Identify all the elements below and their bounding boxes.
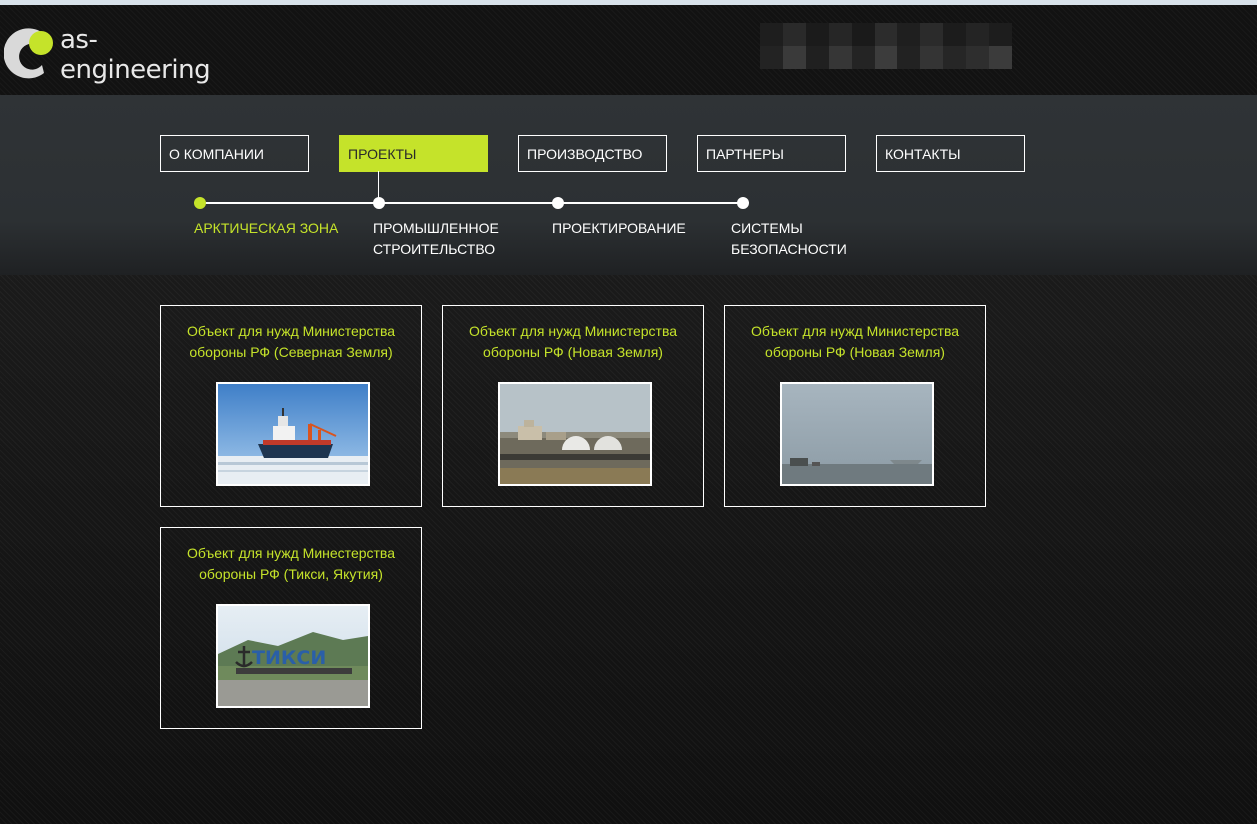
project-title[interactable]: Объект для нужд Министерства обороны РФ … [453, 321, 693, 363]
nav-projects[interactable]: ПРОЕКТЫ [339, 135, 488, 172]
subnav-industrial-construction[interactable]: ПРОМЫШЛЕННОЕ СТРОИТЕЛЬСТВО [373, 218, 503, 260]
site-logo[interactable]: as-engineering [4, 25, 244, 85]
project-card[interactable]: Объект для нужд Министерства обороны РФ … [160, 305, 422, 507]
site-header: as-engineering [0, 5, 1257, 95]
tiksi-sign-photo[interactable]: ТИКСИ [216, 604, 370, 708]
icebreaker-ship-photo[interactable] [216, 382, 370, 486]
project-title[interactable]: Объект для нужд Министерства обороны РФ … [735, 321, 975, 363]
brand-name: as-engineering [60, 25, 211, 85]
subnav-arctic-zone[interactable]: АРКТИЧЕСКАЯ ЗОНА [194, 218, 344, 239]
project-card[interactable]: Объект для нужд Министерства обороны РФ … [442, 305, 704, 507]
project-title[interactable]: Объект для нужд Министерства обороны РФ … [171, 321, 411, 363]
subnav-timeline [200, 202, 743, 204]
subnav-dot-industrial[interactable] [373, 197, 385, 209]
nav-production[interactable]: ПРОИЗВОДСТВО [518, 135, 667, 172]
subnav-dot-design[interactable] [552, 197, 564, 209]
logo-icon [4, 28, 53, 79]
project-title[interactable]: Объект для нужд Минестерства обороны РФ … [171, 543, 411, 585]
subnav-design[interactable]: ПРОЕКТИРОВАНИЕ [552, 218, 702, 239]
project-card[interactable]: Объект для нужд Минестерства обороны РФ … [160, 527, 422, 729]
tiksi-sign-text: ТИКСИ [252, 647, 326, 669]
obscured-contact-block [760, 23, 1012, 69]
nav-contacts[interactable]: КОНТАКТЫ [876, 135, 1025, 172]
subnav-dot-security[interactable] [737, 197, 749, 209]
subnav-security-systems[interactable]: СИСТЕМЫ БЕЗОПАСНОСТИ [731, 218, 851, 260]
foggy-airfield-photo[interactable] [780, 382, 934, 486]
project-card[interactable]: Объект для нужд Министерства обороны РФ … [724, 305, 986, 507]
navigation-band [0, 95, 1257, 275]
nav-partners[interactable]: ПАРТНЕРЫ [697, 135, 846, 172]
nav-about[interactable]: О КОМПАНИИ [160, 135, 309, 172]
subnav-dot-arctic[interactable] [194, 197, 206, 209]
radar-domes-photo[interactable] [498, 382, 652, 486]
